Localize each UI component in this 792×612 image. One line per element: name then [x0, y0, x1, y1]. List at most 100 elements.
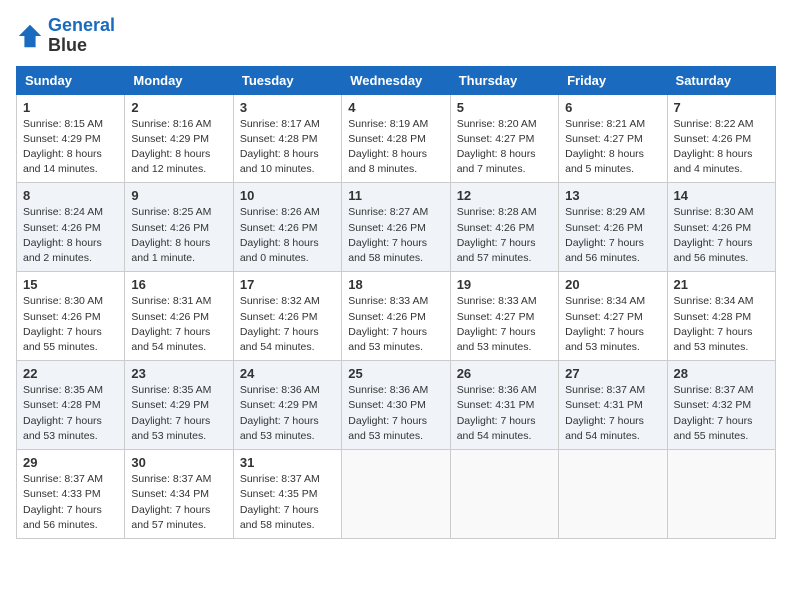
day-number: 26 — [457, 366, 552, 381]
day-number: 5 — [457, 100, 552, 115]
day-info: Sunrise: 8:37 AMSunset: 4:33 PMDaylight:… — [23, 472, 118, 533]
logo: General Blue — [16, 16, 115, 56]
day-info: Sunrise: 8:30 AMSunset: 4:26 PMDaylight:… — [23, 294, 118, 355]
day-cell: 20 Sunrise: 8:34 AMSunset: 4:27 PMDayligh… — [559, 272, 667, 361]
day-info: Sunrise: 8:19 AMSunset: 4:28 PMDaylight:… — [348, 117, 443, 178]
day-cell: 24 Sunrise: 8:36 AMSunset: 4:29 PMDayligh… — [233, 361, 341, 450]
day-cell — [450, 450, 558, 539]
day-number: 22 — [23, 366, 118, 381]
calendar-table: SundayMondayTuesdayWednesdayThursdayFrid… — [16, 66, 776, 539]
day-info: Sunrise: 8:22 AMSunset: 4:26 PMDaylight:… — [674, 117, 769, 178]
day-cell: 9 Sunrise: 8:25 AMSunset: 4:26 PMDaylight… — [125, 183, 233, 272]
day-cell: 14Sunrise: 8:30 AMSunset: 4:26 PMDayligh… — [667, 183, 775, 272]
day-number: 7 — [674, 100, 769, 115]
day-cell: 19 Sunrise: 8:33 AMSunset: 4:27 PMDayligh… — [450, 272, 558, 361]
day-cell: 17 Sunrise: 8:32 AMSunset: 4:26 PMDayligh… — [233, 272, 341, 361]
day-cell: 29Sunrise: 8:37 AMSunset: 4:33 PMDayligh… — [17, 450, 125, 539]
day-header-friday: Friday — [559, 66, 667, 94]
day-number: 6 — [565, 100, 660, 115]
day-number: 2 — [131, 100, 226, 115]
day-number: 24 — [240, 366, 335, 381]
day-number: 10 — [240, 188, 335, 203]
day-cell: 18 Sunrise: 8:33 AMSunset: 4:26 PMDayligh… — [342, 272, 450, 361]
day-cell — [342, 450, 450, 539]
day-cell: 2 Sunrise: 8:16 AMSunset: 4:29 PMDaylight… — [125, 94, 233, 183]
day-number: 1 — [23, 100, 118, 115]
day-cell: 16Sunrise: 8:31 AMSunset: 4:26 PMDayligh… — [125, 272, 233, 361]
day-info: Sunrise: 8:27 AMSunset: 4:26 PMDaylight:… — [348, 205, 443, 266]
day-info: Sunrise: 8:28 AMSunset: 4:26 PMDaylight:… — [457, 205, 552, 266]
day-number: 8 — [23, 188, 118, 203]
day-number: 12 — [457, 188, 552, 203]
day-number: 25 — [348, 366, 443, 381]
day-info: Sunrise: 8:34 AMSunset: 4:28 PMDaylight:… — [674, 294, 769, 355]
day-cell: 27 Sunrise: 8:37 AMSunset: 4:31 PMDayligh… — [559, 361, 667, 450]
day-number: 9 — [131, 188, 226, 203]
day-cell: 23Sunrise: 8:35 AMSunset: 4:29 PMDayligh… — [125, 361, 233, 450]
day-number: 21 — [674, 277, 769, 292]
day-cell: 4 Sunrise: 8:19 AMSunset: 4:28 PMDaylight… — [342, 94, 450, 183]
day-cell: 31Sunrise: 8:37 AMSunset: 4:35 PMDayligh… — [233, 450, 341, 539]
week-row-5: 29Sunrise: 8:37 AMSunset: 4:33 PMDayligh… — [17, 450, 776, 539]
day-header-thursday: Thursday — [450, 66, 558, 94]
day-cell: 15 Sunrise: 8:30 AMSunset: 4:26 PMDayligh… — [17, 272, 125, 361]
day-info: Sunrise: 8:36 AMSunset: 4:30 PMDaylight:… — [348, 383, 443, 444]
day-cell: 10 Sunrise: 8:26 AMSunset: 4:26 PMDayligh… — [233, 183, 341, 272]
day-header-monday: Monday — [125, 66, 233, 94]
day-info: Sunrise: 8:25 AMSunset: 4:26 PMDaylight:… — [131, 205, 226, 266]
day-info: Sunrise: 8:34 AMSunset: 4:27 PMDaylight:… — [565, 294, 660, 355]
day-number: 30 — [131, 455, 226, 470]
day-info: Sunrise: 8:35 AMSunset: 4:28 PMDaylight:… — [23, 383, 118, 444]
day-cell: 28Sunrise: 8:37 AMSunset: 4:32 PMDayligh… — [667, 361, 775, 450]
day-info: Sunrise: 8:33 AMSunset: 4:26 PMDaylight:… — [348, 294, 443, 355]
header-row: SundayMondayTuesdayWednesdayThursdayFrid… — [17, 66, 776, 94]
day-cell: 30 Sunrise: 8:37 AMSunset: 4:34 PMDayligh… — [125, 450, 233, 539]
week-row-3: 15 Sunrise: 8:30 AMSunset: 4:26 PMDayligh… — [17, 272, 776, 361]
day-cell: 12 Sunrise: 8:28 AMSunset: 4:26 PMDayligh… — [450, 183, 558, 272]
day-number: 4 — [348, 100, 443, 115]
day-cell: 11Sunrise: 8:27 AMSunset: 4:26 PMDayligh… — [342, 183, 450, 272]
logo-text: General Blue — [48, 16, 115, 56]
day-number: 17 — [240, 277, 335, 292]
page-header: General Blue — [16, 16, 776, 56]
day-number: 18 — [348, 277, 443, 292]
day-info: Sunrise: 8:17 AMSunset: 4:28 PMDaylight:… — [240, 117, 335, 178]
day-cell: 22 Sunrise: 8:35 AMSunset: 4:28 PMDayligh… — [17, 361, 125, 450]
day-cell: 3 Sunrise: 8:17 AMSunset: 4:28 PMDaylight… — [233, 94, 341, 183]
day-info: Sunrise: 8:37 AMSunset: 4:34 PMDaylight:… — [131, 472, 226, 533]
day-number: 15 — [23, 277, 118, 292]
day-info: Sunrise: 8:20 AMSunset: 4:27 PMDaylight:… — [457, 117, 552, 178]
day-info: Sunrise: 8:29 AMSunset: 4:26 PMDaylight:… — [565, 205, 660, 266]
day-info: Sunrise: 8:31 AMSunset: 4:26 PMDaylight:… — [131, 294, 226, 355]
day-number: 28 — [674, 366, 769, 381]
day-info: Sunrise: 8:30 AMSunset: 4:26 PMDaylight:… — [674, 205, 769, 266]
week-row-4: 22 Sunrise: 8:35 AMSunset: 4:28 PMDayligh… — [17, 361, 776, 450]
day-number: 27 — [565, 366, 660, 381]
day-info: Sunrise: 8:33 AMSunset: 4:27 PMDaylight:… — [457, 294, 552, 355]
day-cell: 7 Sunrise: 8:22 AMSunset: 4:26 PMDaylight… — [667, 94, 775, 183]
day-info: Sunrise: 8:35 AMSunset: 4:29 PMDaylight:… — [131, 383, 226, 444]
logo-icon — [16, 22, 44, 50]
day-number: 20 — [565, 277, 660, 292]
day-cell: 25 Sunrise: 8:36 AMSunset: 4:30 PMDayligh… — [342, 361, 450, 450]
day-header-sunday: Sunday — [17, 66, 125, 94]
day-header-wednesday: Wednesday — [342, 66, 450, 94]
day-number: 19 — [457, 277, 552, 292]
day-info: Sunrise: 8:26 AMSunset: 4:26 PMDaylight:… — [240, 205, 335, 266]
day-cell — [559, 450, 667, 539]
day-number: 3 — [240, 100, 335, 115]
day-cell: 5 Sunrise: 8:20 AMSunset: 4:27 PMDaylight… — [450, 94, 558, 183]
day-cell: 13 Sunrise: 8:29 AMSunset: 4:26 PMDayligh… — [559, 183, 667, 272]
day-number: 13 — [565, 188, 660, 203]
day-cell: 6Sunrise: 8:21 AMSunset: 4:27 PMDaylight… — [559, 94, 667, 183]
day-number: 31 — [240, 455, 335, 470]
day-info: Sunrise: 8:24 AMSunset: 4:26 PMDaylight:… — [23, 205, 118, 266]
day-info: Sunrise: 8:16 AMSunset: 4:29 PMDaylight:… — [131, 117, 226, 178]
day-info: Sunrise: 8:37 AMSunset: 4:31 PMDaylight:… — [565, 383, 660, 444]
day-info: Sunrise: 8:36 AMSunset: 4:29 PMDaylight:… — [240, 383, 335, 444]
day-cell: 8 Sunrise: 8:24 AMSunset: 4:26 PMDaylight… — [17, 183, 125, 272]
week-row-2: 8 Sunrise: 8:24 AMSunset: 4:26 PMDaylight… — [17, 183, 776, 272]
day-header-saturday: Saturday — [667, 66, 775, 94]
day-info: Sunrise: 8:15 AMSunset: 4:29 PMDaylight:… — [23, 117, 118, 178]
day-info: Sunrise: 8:32 AMSunset: 4:26 PMDaylight:… — [240, 294, 335, 355]
